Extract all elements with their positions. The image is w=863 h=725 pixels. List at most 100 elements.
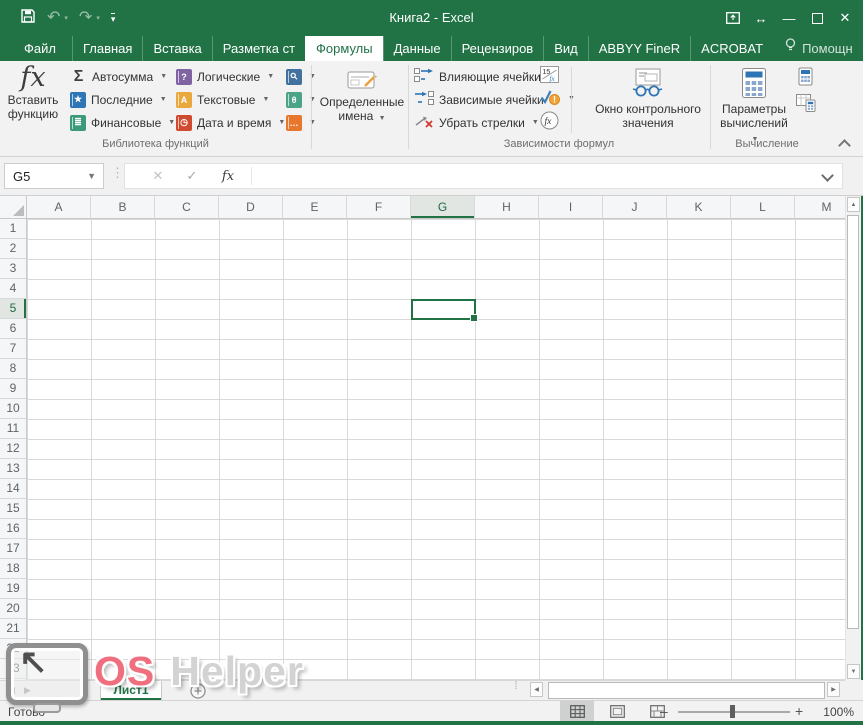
trace-precedents-button[interactable]: Влияющие ячейки	[414, 66, 541, 87]
row-header[interactable]: 8	[0, 359, 26, 379]
datetime-functions-button[interactable]: ◷ Дата и время▼	[176, 112, 285, 133]
row-header[interactable]: 16	[0, 519, 26, 539]
close-button[interactable]: ✕	[831, 0, 859, 36]
show-formulas-button[interactable]: 15fx	[540, 65, 559, 86]
row-header[interactable]: 21	[0, 619, 26, 639]
calculate-now-button[interactable]	[798, 67, 813, 88]
defined-names-button[interactable]: Определенные имена ▼	[318, 65, 406, 126]
previous-sheet-icon[interactable]: ◀	[8, 685, 15, 696]
name-box[interactable]: G5 ▼	[4, 163, 104, 189]
scroll-down-icon[interactable]: ▼	[847, 664, 860, 679]
calculation-options-button[interactable]: Параметры вычислений ▼	[716, 64, 792, 147]
column-header[interactable]: M	[795, 196, 845, 218]
column-header[interactable]: B	[91, 196, 155, 218]
row-header[interactable]: 7	[0, 339, 26, 359]
minimize-button[interactable]: —	[775, 0, 803, 36]
expand-formula-bar-icon[interactable]	[821, 169, 834, 182]
tell-me-tab[interactable]: Помощн	[773, 36, 863, 61]
zoom-slider-thumb[interactable]	[730, 705, 735, 718]
row-header[interactable]: 3	[0, 259, 26, 279]
watch-window-button[interactable]: Окно контрольного значения	[588, 64, 708, 130]
calculate-sheet-button[interactable]	[796, 94, 816, 115]
ribbon-tab[interactable]: Главная	[72, 36, 142, 61]
column-header[interactable]: C	[155, 196, 219, 218]
ribbon-tab[interactable]: ABBYY FineR	[588, 36, 690, 61]
ribbon-tab[interactable]: Разметка ст	[212, 36, 305, 61]
row-header[interactable]: 2	[0, 239, 26, 259]
insert-function-button[interactable]: fx Вставить функцию	[2, 63, 64, 135]
column-header[interactable]: J	[603, 196, 667, 218]
column-header[interactable]: E	[283, 196, 347, 218]
scroll-up-icon[interactable]: ▲	[847, 197, 860, 212]
zoom-in-button[interactable]: +	[795, 703, 803, 719]
row-header[interactable]: 6	[0, 319, 26, 339]
ribbon-tab[interactable]: Данные	[383, 36, 451, 61]
ribbon-tab[interactable]: Файл	[8, 36, 72, 61]
financial-functions-button[interactable]: ≣ Финансовые▼	[70, 112, 175, 133]
row-header[interactable]: 22	[0, 639, 26, 659]
column-header[interactable]: D	[219, 196, 283, 218]
vertical-scrollbar-thumb[interactable]	[847, 215, 859, 629]
tab-bar-splitter[interactable]: ⁞	[512, 682, 520, 690]
column-header[interactable]: K	[667, 196, 731, 218]
horizontal-scrollbar-thumb[interactable]	[548, 682, 825, 699]
row-header[interactable]: 1	[0, 219, 26, 239]
text-functions-button[interactable]: A Текстовые▼	[176, 89, 269, 110]
row-header[interactable]: 20	[0, 599, 26, 619]
vertical-scrollbar[interactable]: ▲ ▼	[845, 196, 861, 680]
row-header[interactable]: 14	[0, 479, 26, 499]
selected-cell[interactable]	[411, 299, 476, 320]
row-header[interactable]: 19	[0, 579, 26, 599]
column-header[interactable]: H	[475, 196, 539, 218]
ribbon-tab[interactable]: Формулы	[305, 36, 383, 61]
column-header[interactable]: I	[539, 196, 603, 218]
redo-icon[interactable]: ↷	[79, 10, 92, 26]
row-header[interactable]: 10	[0, 399, 26, 419]
name-box-dropdown-icon[interactable]: ▼	[87, 171, 103, 181]
next-sheet-icon[interactable]: ▶	[24, 685, 31, 696]
recent-functions-button[interactable]: ★ Последние▼	[70, 89, 167, 110]
trace-dependents-button[interactable]: Зависимые ячейки	[414, 89, 544, 110]
column-header[interactable]: L	[731, 196, 795, 218]
worksheet-grid[interactable]	[27, 219, 845, 680]
column-header[interactable]: G	[411, 196, 475, 218]
row-header[interactable]: 15	[0, 499, 26, 519]
scroll-left-icon[interactable]: ◀	[530, 682, 543, 697]
cancel-entry-icon[interactable]: ✕	[143, 164, 173, 188]
sheet-tab[interactable]: Лист1	[100, 681, 162, 700]
page-break-view-button[interactable]	[640, 701, 674, 721]
logical-functions-button[interactable]: ? Логические▼	[176, 66, 274, 87]
confirm-entry-icon[interactable]: ✓	[177, 164, 207, 188]
select-all-corner[interactable]	[0, 196, 27, 219]
page-layout-view-button[interactable]	[600, 701, 634, 721]
ribbon-tab[interactable]: Вид	[543, 36, 588, 61]
row-header[interactable]: 11	[0, 419, 26, 439]
zoom-out-button[interactable]: –	[660, 703, 668, 719]
remove-arrows-button[interactable]: Убрать стрелки▼	[414, 112, 539, 133]
row-header[interactable]: 17	[0, 539, 26, 559]
ribbon-tab[interactable]: ACROBAT	[690, 36, 773, 61]
row-header[interactable]: 18	[0, 559, 26, 579]
zoom-level[interactable]: 100%	[812, 705, 854, 719]
row-header[interactable]: 12	[0, 439, 26, 459]
insert-function-fx-icon[interactable]: fx	[213, 164, 243, 188]
row-header[interactable]: 23	[0, 659, 26, 679]
formula-bar[interactable]: ✕ ✓ fx	[124, 163, 843, 189]
ribbon-tab[interactable]: Рецензиров	[451, 36, 544, 61]
error-checking-button[interactable]: ! ▼	[540, 88, 575, 109]
collapse-ribbon-icon[interactable]	[838, 139, 851, 152]
evaluate-formula-button[interactable]: fx	[540, 111, 559, 132]
customize-qat-icon[interactable]: ▾	[111, 13, 116, 23]
ribbon-display-options-icon[interactable]	[719, 0, 747, 36]
formula-bar-resize-handle[interactable]: ⋮	[111, 165, 122, 181]
redo-dropdown-icon[interactable]: ▾	[96, 14, 100, 22]
row-header[interactable]: 4	[0, 279, 26, 299]
autosum-button[interactable]: Σ Автосумма▼	[70, 66, 167, 87]
row-header[interactable]: 13	[0, 459, 26, 479]
undo-dropdown-icon[interactable]: ▾	[64, 14, 68, 22]
normal-view-button[interactable]	[560, 701, 594, 721]
save-icon[interactable]	[20, 8, 36, 29]
column-header[interactable]: A	[27, 196, 91, 218]
column-header[interactable]: F	[347, 196, 411, 218]
ribbon-tab[interactable]: Вставка	[142, 36, 211, 61]
